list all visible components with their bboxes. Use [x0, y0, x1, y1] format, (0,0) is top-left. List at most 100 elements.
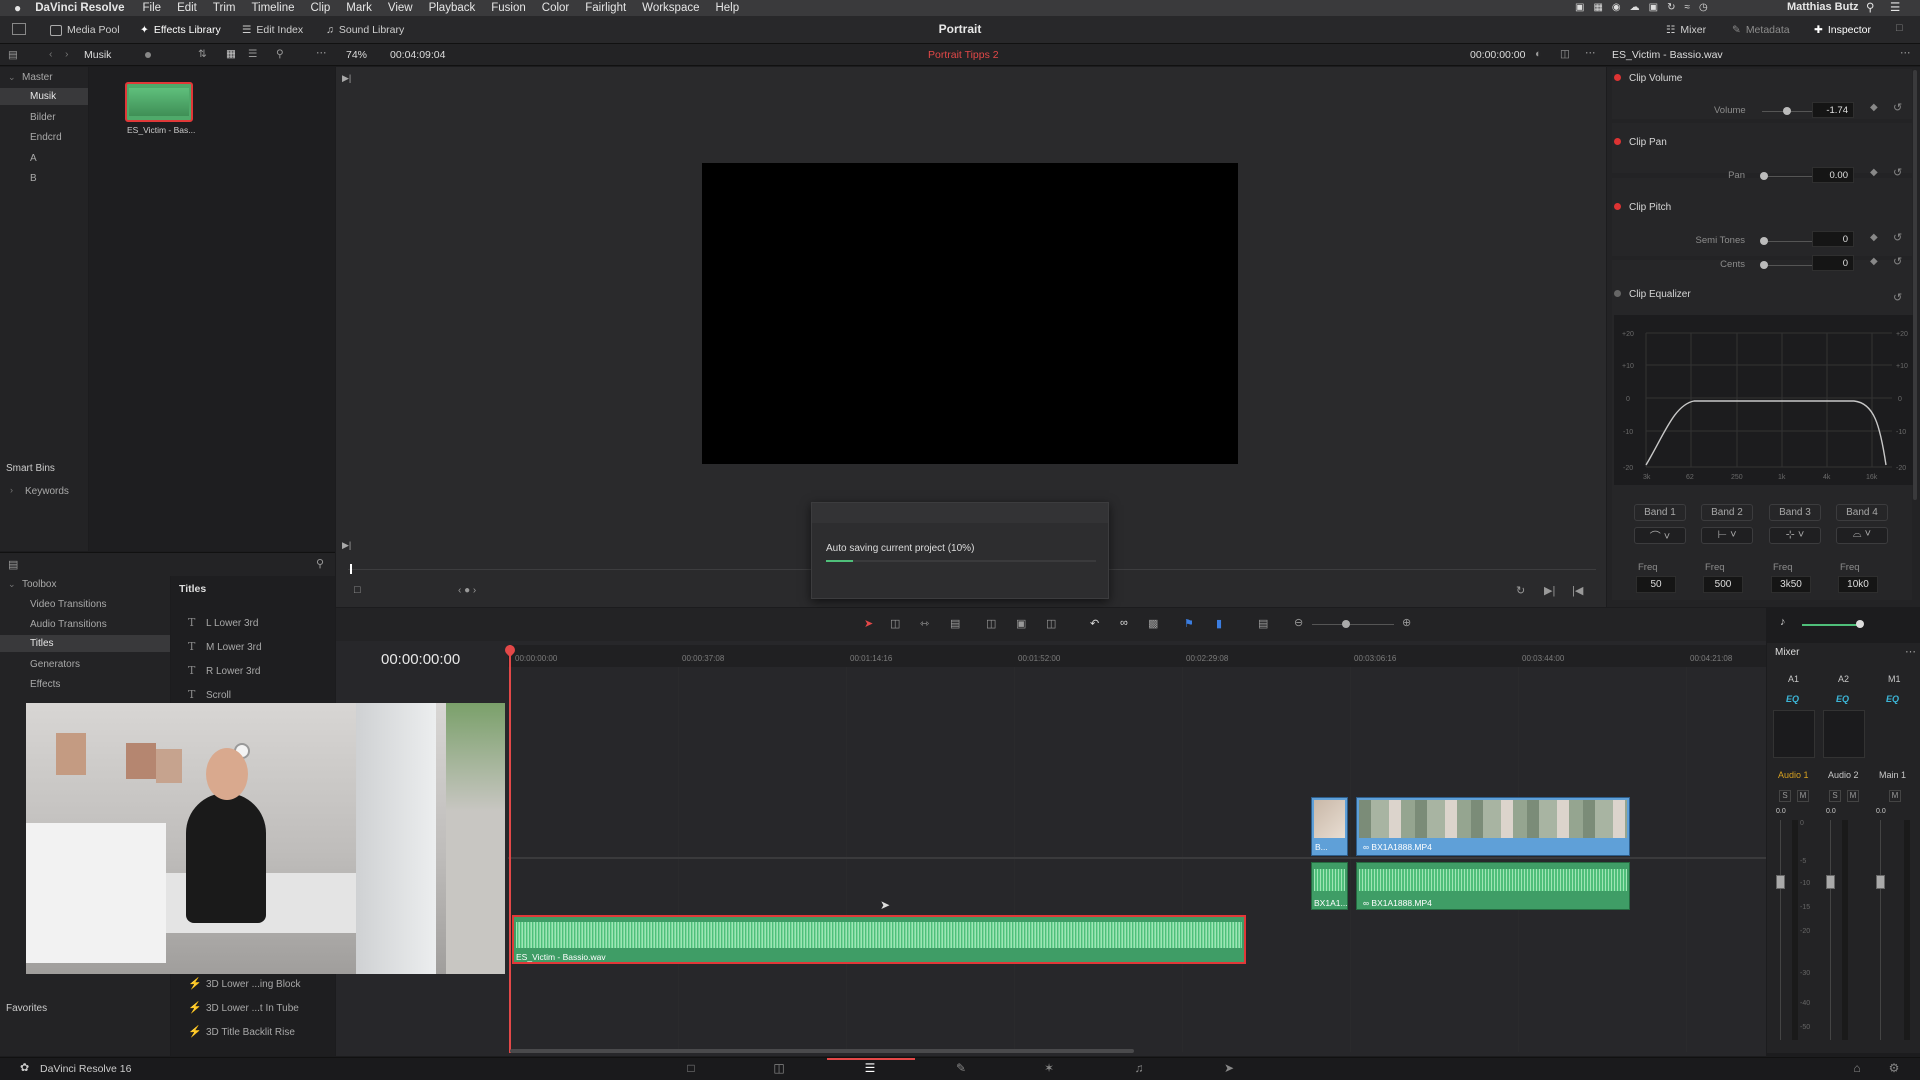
category-titles[interactable]: Titles [30, 638, 54, 649]
semitones-value[interactable]: 0 [1812, 231, 1854, 247]
mute-button-m1[interactable]: M [1889, 790, 1901, 802]
sidebar-toggle-icon[interactable]: ▤ [8, 49, 18, 61]
freq-value-3[interactable]: 3k50 [1771, 576, 1811, 593]
reset-icon[interactable]: ↺ [1893, 291, 1902, 304]
master-volume-knob[interactable] [1856, 620, 1864, 628]
app-menu[interactable]: DaVinci Resolve [35, 2, 124, 14]
effects-search-icon[interactable]: ⚲ [316, 557, 324, 570]
fader-track-a2[interactable] [1830, 820, 1831, 1040]
keyframe-icon[interactable]: ◆ [1870, 256, 1878, 267]
snapping-icon[interactable]: ↶ [1090, 617, 1099, 630]
menu-timeline[interactable]: Timeline [251, 2, 294, 14]
pan-slider-knob[interactable] [1760, 172, 1768, 180]
cut-page-icon[interactable]: ◫ [770, 1061, 788, 1075]
search-icon[interactable]: ⚲ [276, 48, 284, 60]
clock-icon[interactable]: ◷ [1699, 2, 1708, 13]
keyframe-icon[interactable]: ◆ [1870, 167, 1878, 178]
notification-icon[interactable]: ☰ [1890, 0, 1900, 14]
volume-value[interactable]: -1.74 [1812, 102, 1854, 118]
inspector-button[interactable]: ✚ Inspector [1814, 22, 1871, 38]
viewer-zoom[interactable]: 74% [346, 49, 367, 61]
menu-file[interactable]: File [143, 2, 162, 14]
zoom-slider-track[interactable] [1312, 624, 1394, 625]
metadata-button[interactable]: ✎ Metadata [1732, 22, 1790, 38]
eq-indicator-a1[interactable]: EQ [1786, 694, 1799, 704]
mute-button-a2[interactable]: M [1847, 790, 1859, 802]
play-forward-icon[interactable]: ▶| [1544, 584, 1555, 597]
apple-icon[interactable]: ● [14, 1, 21, 15]
marker-icon[interactable]: ▮ [1216, 617, 1222, 630]
forward-icon[interactable]: › [65, 48, 69, 60]
zoom-out-icon[interactable]: ⊖ [1294, 616, 1303, 629]
title-r-lower-3rd[interactable]: T R Lower 3rd [188, 664, 260, 677]
menu-playback[interactable]: Playback [429, 2, 476, 14]
music-clip[interactable]: ES_Victim - Bassio.wav [512, 915, 1246, 964]
user-name[interactable]: Matthias Butz [1787, 1, 1859, 13]
display-icon[interactable]: ▦ [1593, 2, 1602, 13]
sort-icon[interactable]: ⇅ [198, 48, 207, 60]
back-icon[interactable]: ‹ [49, 48, 53, 60]
overwrite-clip-icon[interactable]: ▣ [1016, 617, 1026, 630]
inspector-more-icon[interactable]: ⋯ [1900, 47, 1911, 59]
band-3-filter-select[interactable]: ⊹ ˅ [1769, 527, 1821, 544]
enable-dot[interactable] [1614, 290, 1621, 297]
band-4-filter-select[interactable]: ⌓ ˅ [1836, 527, 1888, 544]
band-1-button[interactable]: Band 1 [1634, 504, 1686, 521]
cloud-icon[interactable]: ☁ [1630, 2, 1640, 13]
media-page-icon[interactable]: □ [682, 1061, 700, 1075]
master-volume-slider[interactable] [1802, 624, 1862, 626]
solo-button-a1[interactable]: S [1779, 790, 1791, 802]
keyframe-icon[interactable]: ◆ [1870, 102, 1878, 113]
fusion-title-1[interactable]: ⚡ 3D Lower ...ing Block [188, 977, 301, 990]
enable-dot[interactable] [1614, 138, 1621, 145]
jog-control[interactable]: ‹ ● › [458, 585, 476, 596]
menu-help[interactable]: Help [715, 2, 739, 14]
band-2-filter-select[interactable]: ⊢ ˅ [1701, 527, 1753, 544]
grid-view-icon[interactable]: ▦ [226, 48, 236, 60]
eq-indicator-m1[interactable]: EQ [1886, 694, 1899, 704]
toolbox-label[interactable]: Toolbox [22, 579, 56, 590]
zoom-slider-knob[interactable] [1342, 620, 1350, 628]
color-page-icon[interactable]: ✶ [1040, 1061, 1058, 1075]
pan-display-a2[interactable] [1823, 710, 1865, 758]
reset-icon[interactable]: ↺ [1893, 231, 1902, 244]
reset-icon[interactable]: ↺ [1893, 166, 1902, 179]
reset-icon[interactable]: ↺ [1893, 101, 1902, 114]
viewer-next-icon[interactable]: ▶| [342, 540, 351, 551]
mixer-more-icon[interactable]: ⋯ [1905, 645, 1916, 658]
cents-value[interactable]: 0 [1812, 255, 1854, 271]
menu-workspace[interactable]: Workspace [642, 2, 699, 14]
settings-icon[interactable]: ⚙ [1885, 1061, 1903, 1075]
viewer-mode-icon[interactable]: ◫ [1560, 48, 1570, 60]
title-m-lower-3rd[interactable]: T M Lower 3rd [188, 640, 262, 653]
expand-toolbox-icon[interactable]: ⌄ [8, 579, 16, 590]
insert-clip-icon[interactable]: ◫ [986, 617, 996, 630]
fader-track-a1[interactable] [1780, 820, 1781, 1040]
list-view-icon[interactable]: ☰ [248, 48, 257, 60]
title-l-lower-3rd[interactable]: T L Lower 3rd [188, 616, 258, 629]
menu-view[interactable]: View [388, 2, 413, 14]
band-4-button[interactable]: Band 4 [1836, 504, 1888, 521]
solo-button-a2[interactable]: S [1829, 790, 1841, 802]
volume-slider-knob[interactable] [1783, 107, 1791, 115]
clip-thumbnail[interactable] [125, 82, 193, 122]
fusion-title-3[interactable]: ⚡ 3D Title Backlit Rise [188, 1025, 295, 1038]
clip-pan-header[interactable]: Clip Pan [1614, 137, 1914, 159]
inspector-scrollbar[interactable] [1913, 70, 1917, 500]
eq-graph[interactable]: +20 +10 0 -10 -20 +20 +10 0 -10 -20 3k 6… [1614, 315, 1914, 485]
menu-mark[interactable]: Mark [346, 2, 372, 14]
mixer-button[interactable]: ☷ Mixer [1666, 22, 1706, 38]
viewer-more-icon[interactable]: ⋯ [1585, 47, 1596, 59]
mute-button-a1[interactable]: M [1797, 790, 1809, 802]
timeline-selector[interactable]: Portrait Tipps 2 [928, 49, 999, 61]
panel-toggle-icon[interactable]: ▤ [8, 558, 18, 571]
expand-keywords-icon[interactable]: › [10, 485, 13, 495]
menu-clip[interactable]: Clip [310, 2, 330, 14]
menu-fairlight[interactable]: Fairlight [585, 2, 626, 14]
play-end-icon[interactable]: |◀ [1572, 584, 1583, 597]
thumb-size-slider[interactable] [145, 52, 151, 58]
selection-tool-icon[interactable]: ➤ [864, 617, 873, 630]
fader-knob-m1[interactable] [1876, 875, 1885, 889]
bin-b[interactable]: B [30, 173, 37, 184]
fader-knob-a2[interactable] [1826, 875, 1835, 889]
